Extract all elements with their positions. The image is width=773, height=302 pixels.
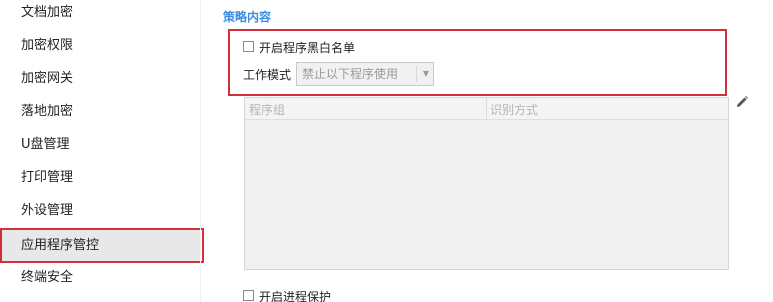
sidebar-item-endpoint-security[interactable]: 终端安全 bbox=[0, 261, 200, 294]
table-header: 程序组 识别方式 bbox=[245, 98, 728, 120]
app-window: 文档加密 加密权限 加密网关 落地加密 U盘管理 打印管理 外设管理 应用程序管… bbox=[0, 0, 773, 302]
pencil-icon[interactable] bbox=[735, 95, 749, 109]
section-title: 策略内容 bbox=[223, 10, 272, 24]
sidebar-item-application-control[interactable]: 应用程序管控 bbox=[0, 229, 200, 262]
whitelist-checkbox[interactable] bbox=[243, 41, 254, 52]
work-mode-label: 工作模式 bbox=[243, 68, 292, 82]
column-separator bbox=[486, 98, 487, 119]
sidebar-item-peripheral-management[interactable]: 外设管理 bbox=[0, 194, 200, 227]
work-mode-selected-value: 禁止以下程序使用 bbox=[302, 67, 399, 81]
sidebar-item-usb-management[interactable]: U盘管理 bbox=[0, 128, 200, 161]
program-table: 程序组 识别方式 bbox=[244, 97, 729, 270]
sidebar-item-landing-encryption[interactable]: 落地加密 bbox=[0, 95, 200, 128]
sidebar-divider bbox=[200, 0, 201, 302]
column-header-program-group[interactable]: 程序组 bbox=[249, 101, 285, 118]
work-mode-select[interactable]: 禁止以下程序使用 ▼ bbox=[296, 62, 434, 86]
sidebar-item-encryption-gateway[interactable]: 加密网关 bbox=[0, 62, 200, 95]
whitelist-checkbox-label[interactable]: 开启程序黑白名单 bbox=[259, 39, 355, 56]
chevron-down-icon: ▼ bbox=[422, 69, 429, 78]
column-header-identification-method[interactable]: 识别方式 bbox=[490, 101, 538, 118]
sidebar-item-document-encryption[interactable]: 文档加密 bbox=[0, 0, 200, 29]
sidebar-item-encryption-permissions[interactable]: 加密权限 bbox=[0, 29, 200, 62]
sidebar: 文档加密 加密权限 加密网关 落地加密 U盘管理 打印管理 外设管理 应用程序管… bbox=[0, 0, 200, 302]
select-divider bbox=[416, 66, 417, 82]
process-protection-checkbox-label[interactable]: 开启进程保护 bbox=[259, 288, 331, 302]
process-protection-checkbox[interactable] bbox=[243, 290, 254, 301]
sidebar-item-print-management[interactable]: 打印管理 bbox=[0, 161, 200, 194]
